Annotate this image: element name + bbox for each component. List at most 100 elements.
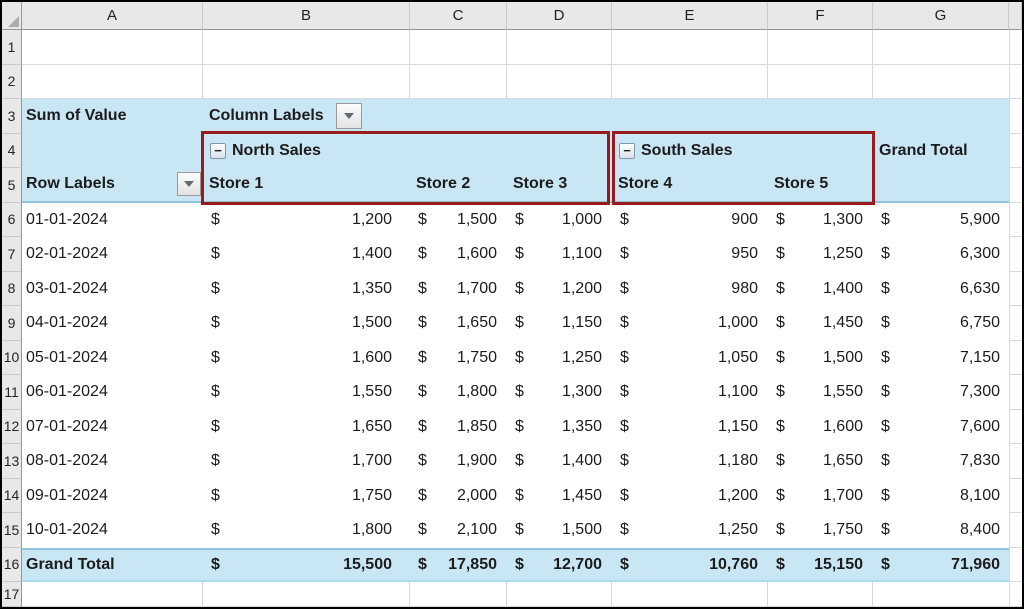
row-header-11[interactable]: 11 (2, 375, 22, 410)
cell-D11[interactable]: $1,300 (507, 375, 612, 410)
cell-H5[interactable] (1009, 168, 1022, 203)
cell-E16[interactable]: $10,760 (612, 548, 768, 583)
row-header-5[interactable]: 5 (2, 168, 22, 203)
cell-A6-date[interactable]: 01-01-2024 (22, 203, 203, 238)
cell-C6[interactable]: $1,500 (410, 203, 507, 238)
cell-H7[interactable] (1009, 237, 1022, 272)
cell-D16[interactable]: $12,700 (507, 548, 612, 583)
cell-F7[interactable]: $1,250 (768, 237, 873, 272)
cell-F1[interactable] (768, 30, 873, 65)
row-header-9[interactable]: 9 (2, 306, 22, 341)
cell-F5-store-5[interactable]: Store 5 (768, 168, 873, 203)
cell-D7[interactable]: $1,100 (507, 237, 612, 272)
cell-G9[interactable]: $6,750 (873, 306, 1009, 341)
cell-C7[interactable]: $1,600 (410, 237, 507, 272)
cell-B12[interactable]: $1,650 (203, 410, 410, 445)
cell-C9[interactable]: $1,650 (410, 306, 507, 341)
cell-B7[interactable]: $1,400 (203, 237, 410, 272)
cell-A10-date[interactable]: 05-01-2024 (22, 341, 203, 376)
cell-B16[interactable]: $15,500 (203, 548, 410, 583)
cell-E11[interactable]: $1,100 (612, 375, 768, 410)
cell-D17[interactable] (507, 582, 612, 607)
column-header-G[interactable]: G (873, 2, 1009, 30)
cell-B9[interactable]: $1,500 (203, 306, 410, 341)
cell-G10[interactable]: $7,150 (873, 341, 1009, 376)
cell-C17[interactable] (410, 582, 507, 607)
select-all-corner[interactable] (2, 2, 22, 30)
cell-D14[interactable]: $1,450 (507, 479, 612, 514)
cell-A8-date[interactable]: 03-01-2024 (22, 272, 203, 307)
cell-C1[interactable] (410, 30, 507, 65)
cell-A2[interactable] (22, 65, 203, 100)
cell-F16[interactable]: $15,150 (768, 548, 873, 583)
cell-F2[interactable] (768, 65, 873, 100)
row-header-17[interactable]: 17 (2, 582, 22, 607)
cell-G8[interactable]: $6,630 (873, 272, 1009, 307)
cell-F14[interactable]: $1,700 (768, 479, 873, 514)
cell-H4[interactable] (1009, 134, 1022, 169)
cell-G7[interactable]: $6,300 (873, 237, 1009, 272)
cell-E5-store-4[interactable]: Store 4 (612, 168, 768, 203)
cell-H10[interactable] (1009, 341, 1022, 376)
cell-A13-date[interactable]: 08-01-2024 (22, 444, 203, 479)
row-header-16[interactable]: 16 (2, 548, 22, 583)
cell-C13[interactable]: $1,900 (410, 444, 507, 479)
cell-D5-store-3[interactable]: Store 3 (507, 168, 612, 203)
row-header-13[interactable]: 13 (2, 444, 22, 479)
cell-F11[interactable]: $1,550 (768, 375, 873, 410)
cell-D15[interactable]: $1,500 (507, 513, 612, 548)
cell-D9[interactable]: $1,150 (507, 306, 612, 341)
cell-B8[interactable]: $1,350 (203, 272, 410, 307)
cell-C2[interactable] (410, 65, 507, 100)
cell-F13[interactable]: $1,650 (768, 444, 873, 479)
row-labels-filter-dropdown-icon[interactable] (177, 172, 201, 196)
cell-C15[interactable]: $2,100 (410, 513, 507, 548)
cell-B15[interactable]: $1,800 (203, 513, 410, 548)
cell-B11[interactable]: $1,550 (203, 375, 410, 410)
cell-G15[interactable]: $8,400 (873, 513, 1009, 548)
cell-H17[interactable] (1009, 582, 1022, 607)
column-header-E[interactable]: E (612, 2, 768, 30)
cell-G17[interactable] (873, 582, 1009, 607)
cell-A16-grand-total[interactable]: Grand Total (22, 548, 203, 583)
column-header-C[interactable]: C (410, 2, 507, 30)
cell-H13[interactable] (1009, 444, 1022, 479)
row-header-2[interactable]: 2 (2, 65, 22, 100)
cell-A17[interactable] (22, 582, 203, 607)
row-header-3[interactable]: 3 (2, 99, 22, 134)
cell-A3-sum-of-value[interactable]: Sum of Value (22, 99, 203, 134)
row-header-10[interactable]: 10 (2, 341, 22, 376)
cell-H12[interactable] (1009, 410, 1022, 445)
cell-B13[interactable]: $1,700 (203, 444, 410, 479)
cell-B6[interactable]: $1,200 (203, 203, 410, 238)
cell-H8[interactable] (1009, 272, 1022, 307)
cell-G13[interactable]: $7,830 (873, 444, 1009, 479)
cell-H15[interactable] (1009, 513, 1022, 548)
cell-F17[interactable] (768, 582, 873, 607)
cell-A1[interactable] (22, 30, 203, 65)
cell-F9[interactable]: $1,450 (768, 306, 873, 341)
cell-H1[interactable] (1009, 30, 1022, 65)
cell-D8[interactable]: $1,200 (507, 272, 612, 307)
cell-C8[interactable]: $1,700 (410, 272, 507, 307)
cell-A4[interactable] (22, 134, 203, 169)
cell-E2[interactable] (612, 65, 768, 100)
cell-H14[interactable] (1009, 479, 1022, 514)
cell-H16[interactable] (1009, 548, 1022, 583)
cell-A7-date[interactable]: 02-01-2024 (22, 237, 203, 272)
cell-A14-date[interactable]: 09-01-2024 (22, 479, 203, 514)
row-header-6[interactable]: 6 (2, 203, 22, 238)
cell-C14[interactable]: $2,000 (410, 479, 507, 514)
cell-E10[interactable]: $1,050 (612, 341, 768, 376)
column-header-D[interactable]: D (507, 2, 612, 30)
column-header-A[interactable]: A (22, 2, 203, 30)
cell-E12[interactable]: $1,150 (612, 410, 768, 445)
cell-G14[interactable]: $8,100 (873, 479, 1009, 514)
cell-E9[interactable]: $1,000 (612, 306, 768, 341)
row-header-14[interactable]: 14 (2, 479, 22, 514)
cell-D2[interactable] (507, 65, 612, 100)
cell-G11[interactable]: $7,300 (873, 375, 1009, 410)
cell-D6[interactable]: $1,000 (507, 203, 612, 238)
cell-E17[interactable] (612, 582, 768, 607)
row-header-1[interactable]: 1 (2, 30, 22, 65)
